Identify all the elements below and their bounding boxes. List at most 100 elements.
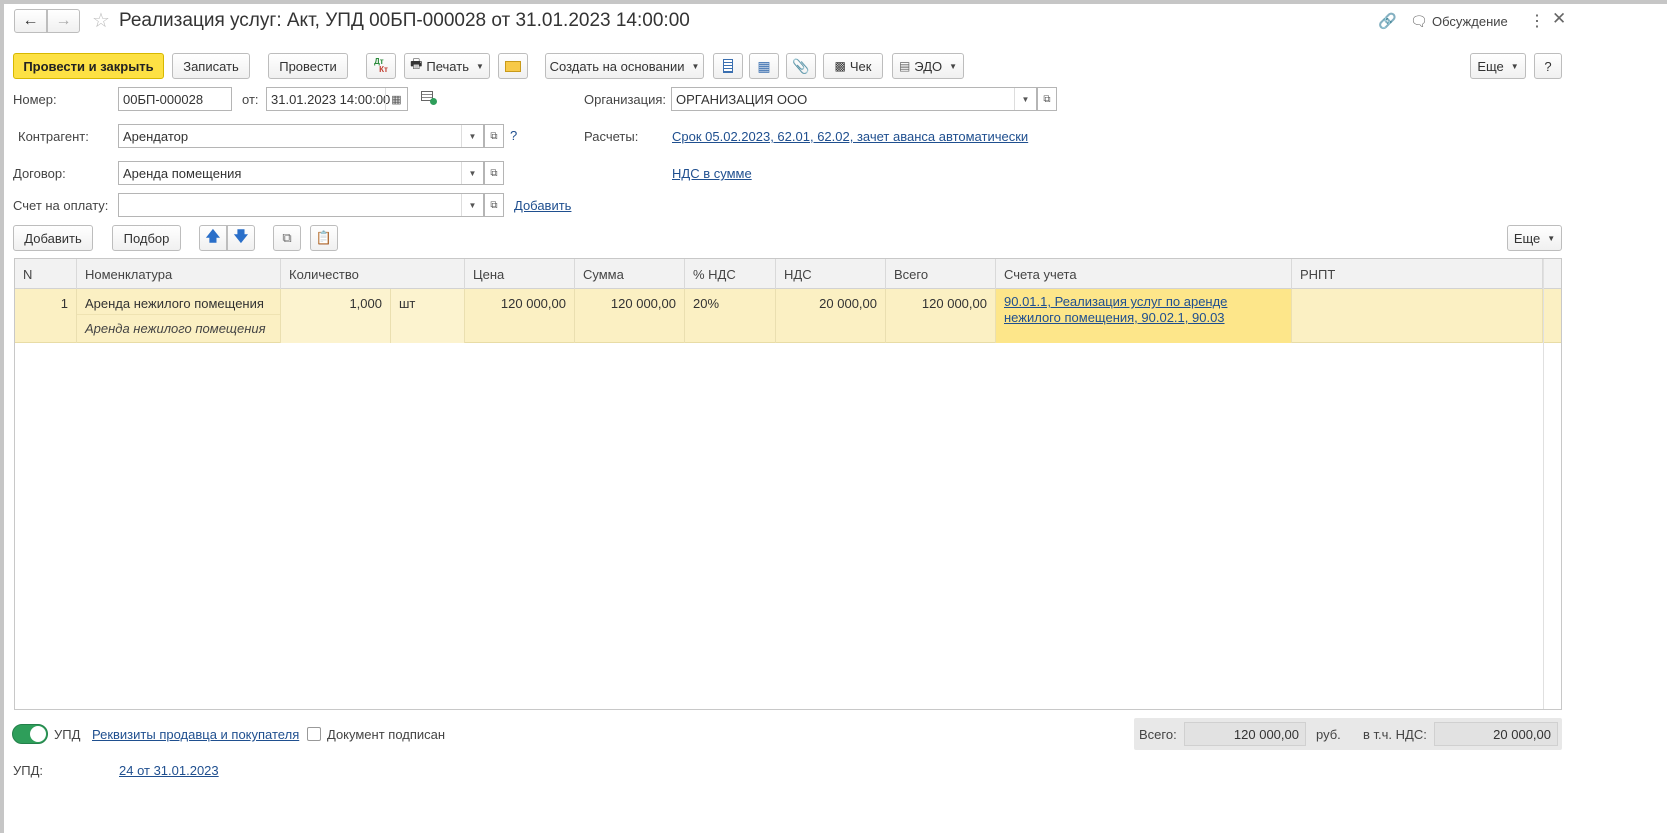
cell-item[interactable]: Аренда нежилого помещения Аренда нежилог… bbox=[77, 289, 281, 343]
invoice-label: Счет на оплату: bbox=[13, 198, 109, 213]
vat-mode-link[interactable]: НДС в сумме bbox=[672, 166, 752, 181]
chevron-down-icon[interactable]: ▼ bbox=[461, 194, 483, 216]
cell-quantity[interactable]: 1,000 bbox=[281, 289, 391, 343]
copy-button[interactable]: ⧉ bbox=[273, 225, 301, 251]
chevron-down-icon: ▼ bbox=[1547, 233, 1556, 243]
discussion-icon[interactable]: 🗨 bbox=[1410, 13, 1428, 30]
invoice-add-link[interactable]: Добавить bbox=[514, 198, 571, 213]
signed-checkbox[interactable] bbox=[307, 727, 321, 741]
table-header: N Номенклатура Количество Цена Сумма % Н… bbox=[15, 259, 1561, 289]
number-input[interactable]: 00БП-000028 bbox=[118, 87, 232, 111]
check-button[interactable]: ▩ Чек bbox=[823, 53, 883, 79]
post-and-close-button[interactable]: Провести и закрыть bbox=[13, 53, 164, 79]
chevron-down-icon[interactable]: ▼ bbox=[461, 125, 483, 147]
back-button[interactable]: ← bbox=[14, 9, 47, 33]
open-contract-icon[interactable]: ⧉ bbox=[484, 161, 504, 185]
chevron-down-icon[interactable]: ▼ bbox=[1014, 88, 1036, 110]
forward-button[interactable]: → bbox=[47, 9, 80, 33]
contract-label: Договор: bbox=[13, 166, 66, 181]
cell-accounts[interactable]: 90.01.1, Реализация услуг по аренде нежи… bbox=[996, 289, 1292, 343]
print-button[interactable]: 🖶 Печать ▼ bbox=[404, 53, 490, 79]
document-list-button[interactable] bbox=[713, 53, 743, 79]
counterparty-help-icon[interactable]: ? bbox=[510, 128, 517, 143]
structure-icon: ▦ bbox=[757, 57, 771, 74]
dt-kt-button[interactable]: Дт Кт bbox=[366, 53, 396, 79]
number-label: Номер: bbox=[13, 92, 57, 107]
chevron-down-icon: ▼ bbox=[949, 61, 958, 71]
envelope-icon bbox=[505, 60, 521, 72]
open-counterparty-icon[interactable]: ⧉ bbox=[484, 124, 504, 148]
organization-input[interactable]: ОРГАНИЗАЦИЯ ООО ▼ bbox=[671, 87, 1037, 111]
calendar-icon[interactable]: ▦ bbox=[385, 88, 407, 110]
cell-rnpt[interactable] bbox=[1292, 289, 1543, 343]
cell-sum[interactable]: 120 000,00 bbox=[575, 289, 685, 343]
chevron-down-icon: ▼ bbox=[475, 61, 484, 71]
upd-label: УПД: bbox=[13, 763, 44, 778]
table-more-button[interactable]: Еще ▼ bbox=[1507, 225, 1562, 251]
copy-icon: ⧉ bbox=[282, 230, 292, 245]
email-button[interactable] bbox=[498, 53, 528, 79]
cell-total[interactable]: 120 000,00 bbox=[886, 289, 996, 343]
close-icon[interactable]: ✕ bbox=[1552, 9, 1566, 29]
accounts-link[interactable]: 90.01.1, Реализация услуг по аренде нежи… bbox=[1004, 294, 1227, 325]
total-label: Всего: bbox=[1139, 727, 1177, 742]
create-based-on-button[interactable]: Создать на основании ▼ bbox=[545, 53, 704, 79]
totals-panel: Всего: 120 000,00 руб. в т.ч. НДС: 20 00… bbox=[1134, 718, 1562, 750]
contract-input[interactable]: Аренда помещения ▼ bbox=[118, 161, 484, 185]
table-scrollbar[interactable] bbox=[1543, 259, 1561, 709]
cell-price[interactable]: 120 000,00 bbox=[465, 289, 575, 343]
total-value: 120 000,00 bbox=[1184, 722, 1306, 746]
move-up-button[interactable]: 🡅 bbox=[199, 225, 227, 251]
vat-total-label: в т.ч. НДС: bbox=[1363, 727, 1427, 742]
column-header-sum[interactable]: Сумма bbox=[575, 259, 685, 289]
column-header-n[interactable]: N bbox=[15, 259, 77, 289]
edo-button[interactable]: ▤ ЭДО ▼ bbox=[892, 53, 964, 79]
requisites-link[interactable]: Реквизиты продавца и покупателя bbox=[92, 727, 299, 742]
cell-vat[interactable]: 20 000,00 bbox=[776, 289, 886, 343]
arrow-left-icon: ← bbox=[22, 12, 39, 29]
structure-button[interactable]: ▦ bbox=[749, 53, 779, 79]
attach-button[interactable]: 📎 bbox=[786, 53, 816, 79]
arrow-up-icon: 🡅 bbox=[205, 228, 221, 244]
discussion-button[interactable]: Обсуждение bbox=[1432, 14, 1508, 29]
counterparty-label: Контрагент: bbox=[18, 129, 89, 144]
date-input[interactable]: 31.01.2023 14:00:00 ▦ bbox=[266, 87, 408, 111]
items-table[interactable]: N Номенклатура Количество Цена Сумма % Н… bbox=[14, 258, 1562, 710]
more-button[interactable]: Еще ▼ bbox=[1470, 53, 1526, 79]
counterparty-input[interactable]: Арендатор ▼ bbox=[118, 124, 484, 148]
chevron-down-icon[interactable]: ▼ bbox=[461, 162, 483, 184]
open-organization-icon[interactable]: ⧉ bbox=[1037, 87, 1057, 111]
link-icon[interactable]: 🔗 bbox=[1378, 12, 1397, 30]
column-header-price[interactable]: Цена bbox=[465, 259, 575, 289]
upd-toggle[interactable] bbox=[12, 724, 48, 744]
save-button[interactable]: Записать bbox=[172, 53, 250, 79]
move-down-button[interactable]: 🡇 bbox=[227, 225, 255, 251]
settlements-link[interactable]: Срок 05.02.2023, 62.01, 62.02, зачет ава… bbox=[672, 129, 1028, 144]
cell-vat-rate[interactable]: 20% bbox=[685, 289, 776, 343]
dt-kt-icon: Дт Кт bbox=[374, 57, 388, 74]
table-row[interactable]: 1 Аренда нежилого помещения Аренда нежил… bbox=[15, 289, 1561, 343]
column-header-quantity[interactable]: Количество bbox=[281, 259, 465, 289]
column-header-vat-rate[interactable]: % НДС bbox=[685, 259, 776, 289]
upd-document-link[interactable]: 24 от 31.01.2023 bbox=[119, 763, 219, 778]
column-header-accounts[interactable]: Счета учета bbox=[996, 259, 1292, 289]
column-header-item[interactable]: Номенклатура bbox=[77, 259, 281, 289]
invoice-input[interactable]: ▼ bbox=[118, 193, 484, 217]
upd-toggle-label: УПД bbox=[54, 727, 81, 742]
column-header-vat[interactable]: НДС bbox=[776, 259, 886, 289]
arrow-right-icon: → bbox=[55, 12, 72, 29]
paste-button[interactable]: 📋 bbox=[310, 225, 338, 251]
more-menu-icon[interactable]: ⋮ bbox=[1529, 11, 1545, 31]
star-icon[interactable]: ☆ bbox=[92, 8, 110, 33]
column-header-rnpt[interactable]: РНПТ bbox=[1292, 259, 1543, 289]
help-button[interactable]: ? bbox=[1534, 53, 1562, 79]
open-invoice-icon[interactable]: ⧉ bbox=[484, 193, 504, 217]
cell-unit[interactable]: шт bbox=[391, 289, 465, 343]
post-button[interactable]: Провести bbox=[268, 53, 348, 79]
organization-label: Организация: bbox=[584, 92, 667, 107]
list-icon bbox=[723, 59, 733, 73]
column-header-total[interactable]: Всего bbox=[886, 259, 996, 289]
table-pick-button[interactable]: Подбор bbox=[112, 225, 181, 251]
history-icon[interactable] bbox=[421, 91, 437, 105]
table-add-button[interactable]: Добавить bbox=[13, 225, 93, 251]
